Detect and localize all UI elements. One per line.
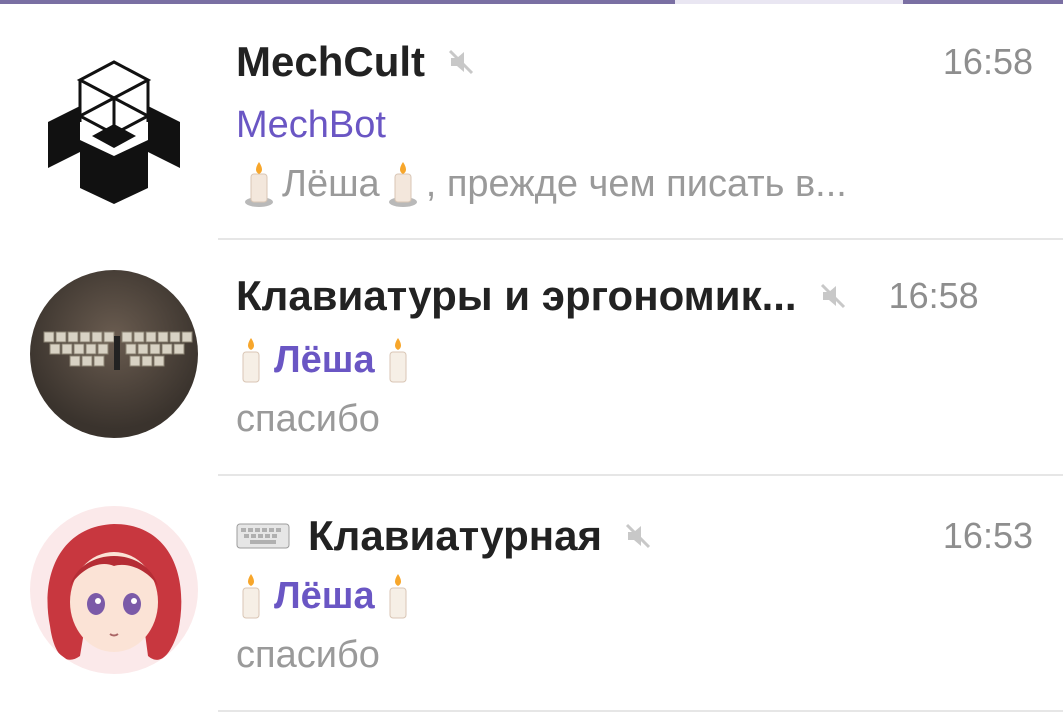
- keyboard-emoji-icon: [236, 523, 290, 549]
- candle-icon: [389, 574, 407, 619]
- muted-icon: [820, 283, 845, 309]
- chat-row-mechcult[interactable]: MechCult 16:58 MechBot Лёша , прежде чем…: [0, 4, 1063, 240]
- chat-row-keyboards-ergonomics[interactable]: Клавиатуры и эргономик... 16:58 Лёша спа…: [0, 240, 1063, 476]
- sender-name: Лёша: [236, 332, 421, 388]
- candle-icon: [388, 162, 417, 207]
- candle-icon: [245, 162, 273, 207]
- chat-title: MechCult: [236, 38, 425, 85]
- sender-label: Лёша: [274, 574, 375, 617]
- anime-girl-avatar: [47, 524, 182, 660]
- candle-icon: [242, 338, 260, 383]
- candle-icon: [242, 574, 260, 619]
- chat-title: Клавиатуры и эргономик...: [236, 272, 797, 319]
- divider: [218, 710, 1063, 712]
- sender-label: Лёша: [274, 338, 375, 381]
- split-keyboard-photo: [43, 331, 193, 370]
- avatar: [30, 270, 198, 438]
- preview-name: Лёша: [282, 162, 380, 205]
- sender-name: MechBot: [236, 103, 386, 146]
- chat-row-klaviaturnaya[interactable]: Клавиатурная 16:53 Лёша спасибо: [0, 476, 1063, 712]
- chat-time: 16:53: [942, 515, 1033, 556]
- preview-text: , прежде чем писать в...: [425, 162, 847, 205]
- chat-title: Клавиатурная: [308, 512, 602, 559]
- sender-name: Лёша: [236, 568, 421, 624]
- mechcult-logo-icon: [48, 60, 180, 204]
- chat-time: 16:58: [888, 275, 979, 316]
- avatar: [30, 506, 198, 674]
- avatar: [30, 44, 198, 212]
- candle-icon: [389, 338, 407, 383]
- chat-time: 16:58: [942, 41, 1033, 82]
- muted-icon: [625, 523, 651, 549]
- message-preview: Лёша , прежде чем писать в...: [236, 156, 847, 212]
- muted-icon: [448, 49, 474, 75]
- message-preview: спасибо: [236, 633, 380, 676]
- message-preview: спасибо: [236, 397, 380, 440]
